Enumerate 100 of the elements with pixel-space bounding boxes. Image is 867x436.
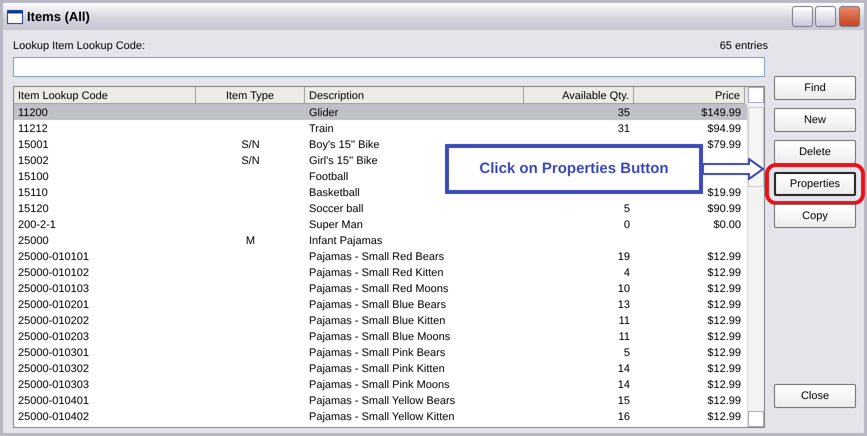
table-cell: 11: [618, 314, 630, 326]
table-cell: 5: [624, 202, 630, 214]
scroll-down-button[interactable]: [748, 410, 764, 426]
table-cell: 25000-010303: [18, 378, 89, 390]
table-cell: $12.99: [707, 346, 741, 358]
table-cell: 15120: [18, 202, 49, 214]
table-row[interactable]: 25000-010402 Pajamas - Small Yellow Kitten 16 $12.99: [14, 408, 747, 424]
table-cell: 25000: [18, 234, 49, 246]
action-button[interactable]: Delete: [774, 140, 856, 164]
lookup-label: Lookup Item Lookup Code:: [13, 39, 146, 54]
table-cell: Girl's 15'' Bike: [309, 154, 378, 166]
table-cell: 19: [618, 250, 630, 262]
table-cell: 11212: [18, 122, 48, 134]
table-row[interactable]: 25000-010303 Pajamas - Small Pink Moons 14 $12.99: [14, 376, 747, 392]
table-cell: 25000-010103: [18, 282, 89, 294]
table-cell: 25000-010302: [18, 362, 89, 374]
table-cell: 25000-010301: [18, 346, 89, 358]
table-cell: 13: [618, 298, 630, 310]
minimize-button[interactable]: [792, 6, 812, 27]
table-cell: $12.99: [707, 298, 741, 310]
table-cell: 25000-010202: [18, 314, 89, 326]
table-cell: 11: [618, 330, 630, 342]
table-cell: 25000-010401: [18, 394, 89, 406]
scroll-up-button[interactable]: [748, 86, 764, 102]
table-cell: Pajamas - Small Pink Bears: [309, 346, 446, 358]
table-cell: Pajamas - Small Blue Moons: [309, 330, 450, 342]
table-cell: Soccer ball: [309, 202, 364, 214]
table-row[interactable]: 11200 Glider 35 $149.99: [14, 104, 747, 120]
action-button[interactable]: Find: [774, 76, 856, 100]
entries-count: 65 entries: [720, 39, 768, 54]
table-row[interactable]: 25000-010301 Pajamas - Small Pink Bears 5 $12.99: [14, 344, 747, 360]
table-cell: 15: [618, 394, 630, 406]
table-cell: $12.99: [707, 282, 741, 294]
table-cell: $12.99: [707, 362, 741, 374]
table-cell: 15001: [18, 138, 49, 150]
table-row[interactable]: 25000-010302 Pajamas - Small Pink Kitten 14 $12.99: [14, 360, 747, 376]
table-cell: $149.99: [701, 106, 741, 118]
window-icon: [7, 10, 23, 24]
table-cell: 0: [624, 218, 630, 230]
table-row[interactable]: 15120 Soccer ball 5 $90.99: [14, 200, 747, 216]
table-cell: Pajamas - Small Red Moons: [309, 282, 448, 294]
table-row[interactable]: 25000-010203 Pajamas - Small Blue Moons 11 $12.99: [14, 328, 747, 344]
table-cell: $12.99: [707, 394, 741, 406]
close-dialog-button[interactable]: Close: [774, 384, 856, 408]
table-cell: S/N: [241, 138, 260, 150]
table-cell: $12.99: [707, 250, 741, 262]
table-cell: 15002: [18, 154, 49, 166]
table-cell: 14: [618, 378, 630, 390]
table-cell: Football: [309, 170, 348, 182]
table-cell: Pajamas - Small Yellow Kitten: [309, 410, 455, 422]
table-cell: Pajamas - Small Pink Moons: [309, 378, 450, 390]
table-cell: $12.99: [707, 314, 741, 326]
table-cell: $12.99: [707, 330, 741, 342]
table-cell: 15100: [18, 170, 49, 182]
table-cell: 25000-010402: [18, 410, 89, 422]
table-cell: 5: [624, 346, 630, 358]
table-cell: $79.99: [707, 138, 741, 150]
table-row[interactable]: 25000-010202 Pajamas - Small Blue Kitten 11 $12.99: [14, 312, 747, 328]
instruction-tooltip: Click on Properties Button: [445, 144, 703, 194]
table-cell: 25000-010102: [18, 266, 89, 278]
table-row[interactable]: 25000-010101 Pajamas - Small Red Bears 19 $12.99: [14, 248, 747, 264]
table-cell: 25000-010203: [18, 330, 89, 342]
table-cell: Pajamas - Small Blue Bears: [309, 298, 446, 310]
table-cell: Pajamas - Small Red Bears: [309, 250, 444, 262]
table-row[interactable]: 25000-010102 Pajamas - Small Red Kitten 4 $12.99: [14, 264, 747, 280]
table-row[interactable]: 200-2-1 Super Man 0 $0.00: [14, 216, 747, 232]
table-cell: Pajamas - Small Yellow Bears: [309, 394, 456, 406]
table-cell: 10: [618, 282, 630, 294]
table-cell: Pajamas - Small Pink Kitten: [309, 362, 445, 374]
table-cell: 4: [624, 266, 630, 278]
table-cell: 15110: [18, 186, 48, 198]
table-cell: Glider: [309, 106, 338, 118]
table-row[interactable]: 25000-010401 Pajamas - Small Yellow Bears 15 $12.99: [14, 392, 747, 408]
action-button[interactable]: New: [774, 108, 856, 132]
table-cell: 31: [618, 122, 630, 134]
table-cell: 200-2-1: [18, 218, 56, 230]
table-cell: $12.99: [707, 378, 741, 390]
table-cell: Basketball: [309, 186, 360, 198]
table-cell: Train: [309, 122, 334, 134]
table-row[interactable]: 11212 Train 31 $94.99: [14, 120, 747, 136]
table-cell: Boy's 15'' Bike: [309, 138, 380, 150]
table-cell: 16: [618, 410, 630, 422]
table-row[interactable]: 25000-010103 Pajamas - Small Red Moons 10 $12.99: [14, 280, 747, 296]
table-cell: Super Man: [309, 218, 363, 230]
table-cell: Pajamas - Small Red Kitten: [309, 266, 444, 278]
table-cell: 14: [618, 362, 630, 374]
table-cell: 25000-010201: [18, 298, 89, 310]
table-cell: $0.00: [713, 218, 741, 230]
table-cell: Infant Pajamas: [309, 234, 382, 246]
table-cell: $90.99: [707, 202, 741, 214]
table-row[interactable]: 25000 M Infant Pajamas: [14, 232, 747, 248]
lookup-field[interactable]: [13, 56, 765, 76]
table-cell: $12.99: [707, 266, 741, 278]
table-cell: $12.99: [707, 410, 741, 422]
table-row[interactable]: 25000-010201 Pajamas - Small Blue Bears 13 $12.99: [14, 296, 747, 312]
table-cell: S/N: [241, 154, 260, 166]
action-button[interactable]: Copy: [774, 204, 856, 228]
maximize-button[interactable]: [815, 6, 836, 27]
table-cell: $94.99: [707, 122, 741, 134]
table-cell: 11200: [18, 106, 48, 118]
